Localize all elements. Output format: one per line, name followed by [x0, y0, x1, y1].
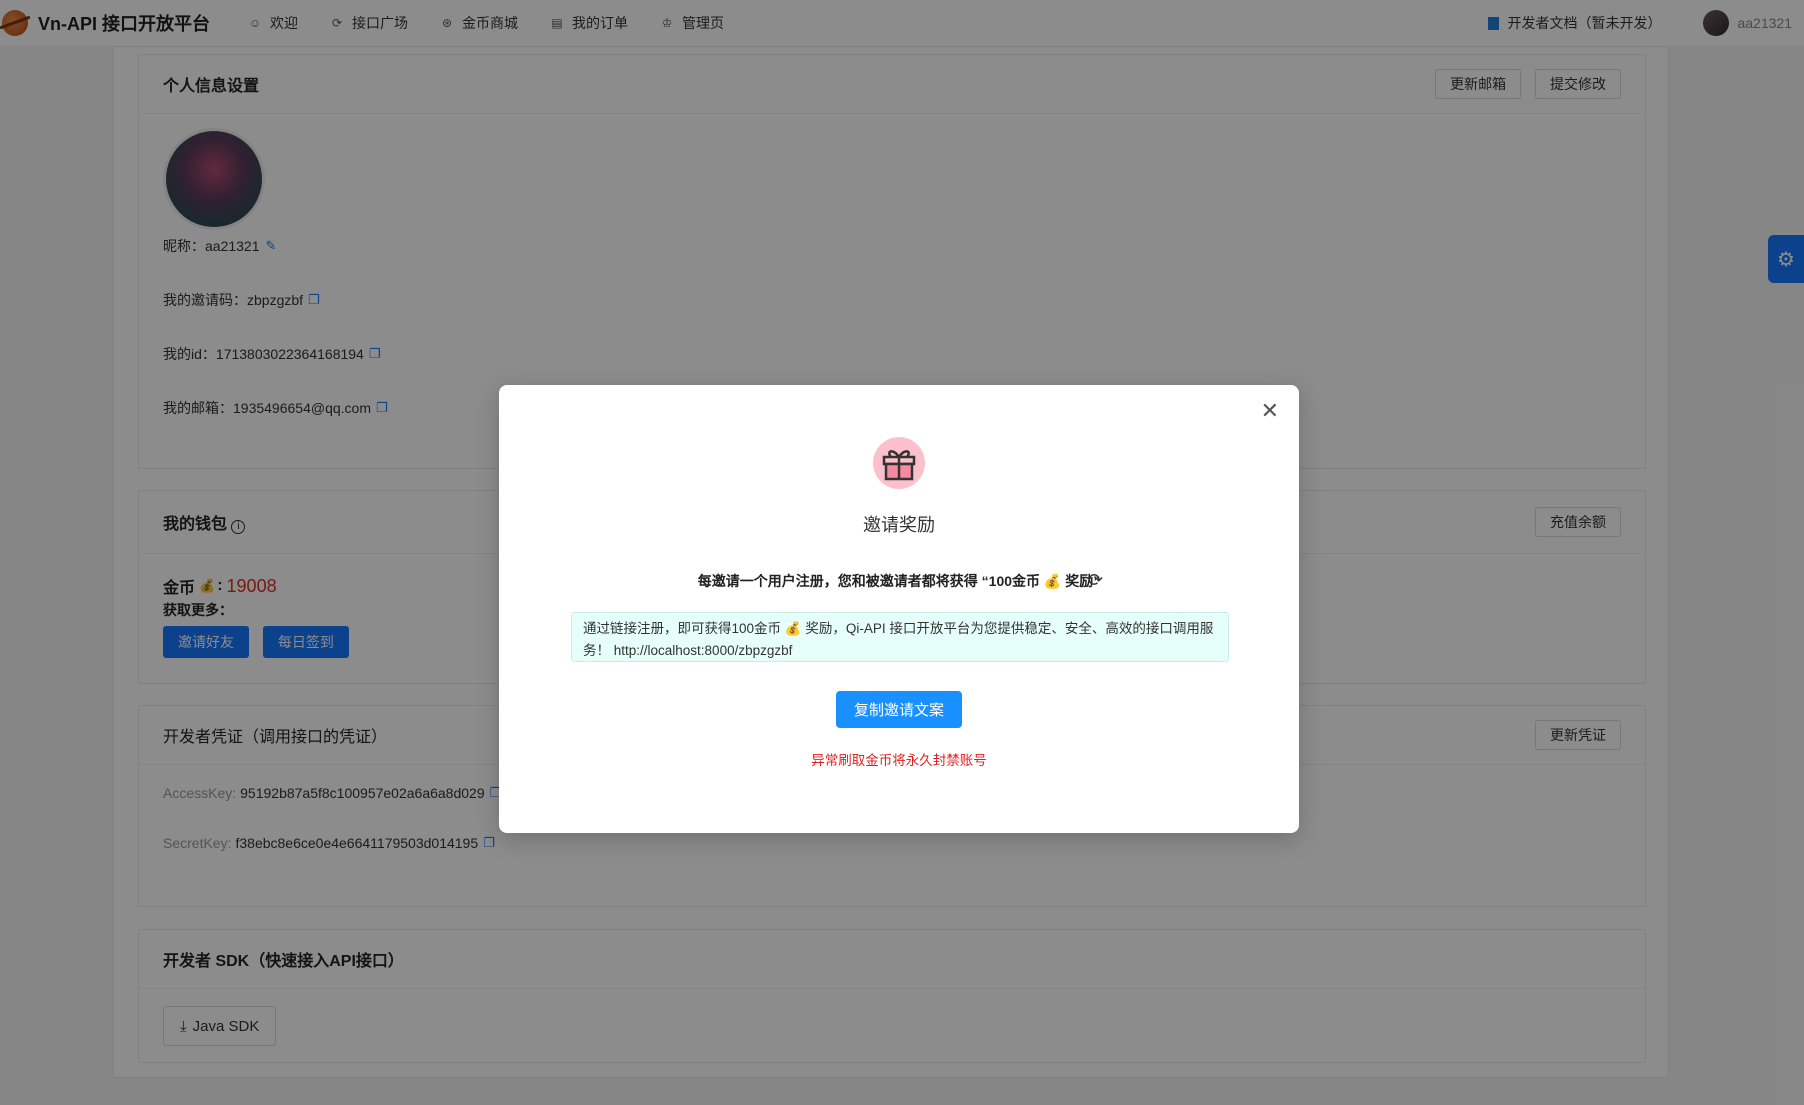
gift-icon-svg	[882, 450, 916, 481]
invite-reward-modal: ✕ 邀请奖励 每邀请一个用户注册，您和被邀请者都将获得 “100金币 💰 奖励”…	[499, 385, 1299, 833]
invite-text-box[interactable]: 通过链接注册，即可获得100金币 💰 奖励，Qi-API 接口开放平台为您提供稳…	[571, 612, 1229, 662]
refresh-icon[interactable]: ⟳	[1088, 570, 1103, 591]
reward-tip: 每邀请一个用户注册，您和被邀请者都将获得 “100金币 💰 奖励”	[697, 573, 1101, 589]
close-icon[interactable]: ✕	[1261, 400, 1279, 422]
modal-title: 邀请奖励	[863, 515, 935, 535]
abuse-warning: 异常刷取金币将永久封禁账号	[811, 753, 987, 768]
copy-invite-text-button[interactable]: 复制邀请文案	[836, 691, 962, 728]
gift-icon	[873, 437, 925, 489]
